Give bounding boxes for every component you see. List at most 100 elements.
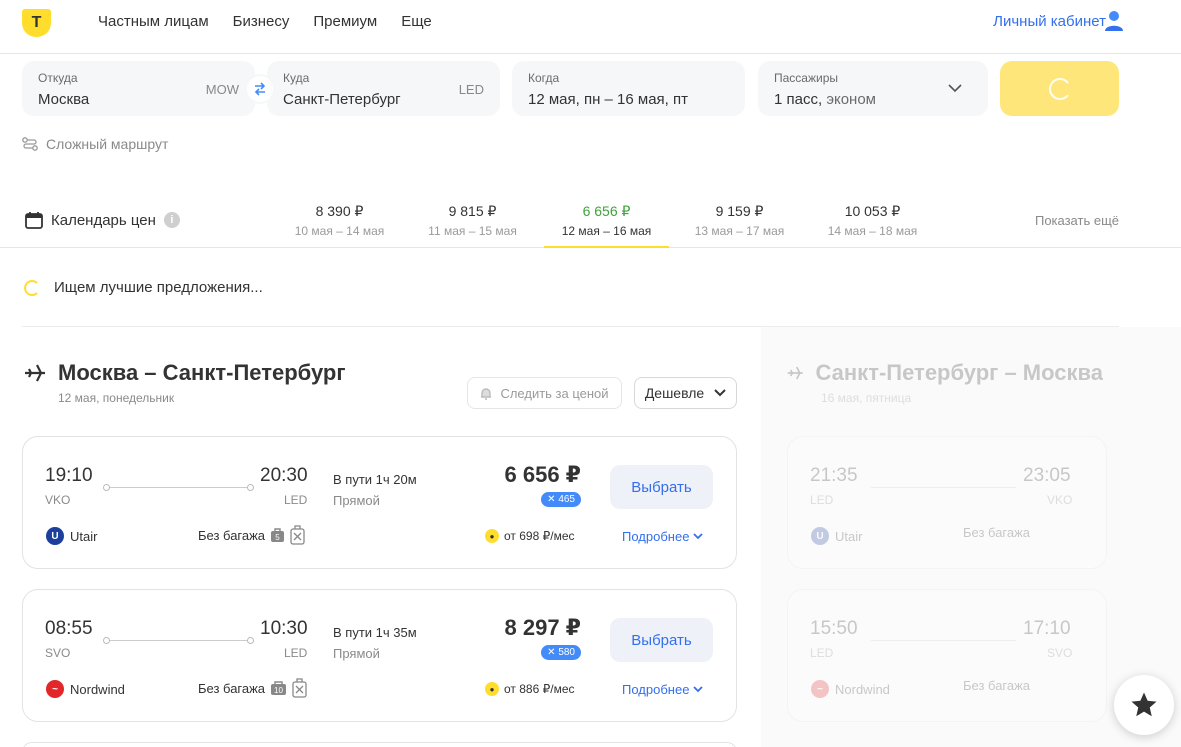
follow-price-button[interactable]: Следить за ценой: [467, 377, 622, 409]
nav-link-business[interactable]: Бизнесу: [233, 13, 290, 30]
arr-airport: LED: [284, 646, 308, 660]
route-line: [871, 640, 1016, 641]
chevron-down-icon: [714, 389, 726, 397]
baggage-label: Без багажа: [963, 525, 1031, 540]
arr-airport: VKO: [1047, 493, 1073, 507]
show-more-link[interactable]: Показать ещё: [1035, 213, 1119, 228]
date-option-price: 9 815 ₽: [448, 203, 497, 219]
airline: ~ Nordwind: [811, 680, 890, 698]
calendar-label[interactable]: Календарь цен i: [25, 211, 180, 229]
date-option-selected[interactable]: 6 656 ₽ 12 мая – 16 мая: [544, 203, 669, 248]
passengers-value: 1 пасс, эконом: [774, 91, 972, 108]
cashback-value: 580: [558, 647, 575, 658]
chevron-down-icon: [948, 84, 962, 93]
utair-logo-icon: U: [46, 527, 64, 545]
date-option[interactable]: 9 159 ₽ 13 мая – 17 мая: [677, 203, 802, 238]
swap-icon[interactable]: [247, 76, 273, 102]
favorites-button[interactable]: [1114, 675, 1174, 735]
installment: ● от 698 ₽/мес: [485, 529, 575, 543]
dep-time: 21:35: [810, 465, 858, 486]
baggage: Без багажа 5: [198, 525, 305, 545]
outbound-title-text: Москва – Санкт-Петербург: [58, 360, 346, 385]
route-line: [103, 484, 254, 491]
dep-time: 19:10: [45, 465, 93, 486]
flight-card[interactable]: 08:55 SVO 10:30 LED В пути 1ч 35м Прямой…: [22, 589, 737, 722]
date-option[interactable]: 8 390 ₽ 10 мая – 14 мая: [277, 203, 402, 238]
choose-button[interactable]: Выбрать: [610, 465, 713, 509]
dep-airport: SVO: [45, 646, 71, 660]
route-icon: [22, 137, 38, 151]
details-label: Подробнее: [622, 529, 690, 544]
return-flight-card[interactable]: 21:35 LED 23:05 VKO U Utair Без багажа: [787, 436, 1107, 569]
installment: ● от 886 ₽/мес: [485, 682, 575, 696]
from-field[interactable]: Откуда Москва MOW: [22, 61, 255, 116]
return-date: 16 мая, пятница: [821, 391, 912, 405]
chevron-down-icon: [693, 533, 704, 540]
nav-link-private[interactable]: Частным лицам: [98, 13, 209, 30]
loading-spinner-icon: [24, 279, 38, 296]
plane-icon: [787, 366, 803, 380]
details-link[interactable]: Подробнее: [622, 682, 704, 697]
dates-field[interactable]: Когда 12 мая, пн – 16 мая, пт: [512, 61, 745, 116]
cashback-badge: ✕ 580: [541, 645, 581, 660]
route-line: [103, 637, 254, 644]
to-field[interactable]: Куда Санкт-Петербург LED: [267, 61, 500, 116]
hand-luggage-icon: 10: [271, 680, 287, 695]
hand-luggage-kg: 5: [275, 533, 280, 542]
date-option-dates: 13 мая – 17 мая: [694, 224, 785, 238]
passengers-label: Пассажиры: [774, 71, 839, 85]
no-baggage-icon: [290, 525, 305, 545]
date-option[interactable]: 10 053 ₽ 14 мая – 18 мая: [810, 203, 935, 238]
date-option-dates: 14 мая – 18 мая: [827, 224, 918, 238]
nav-link-premium[interactable]: Премиум: [313, 13, 377, 30]
return-flight-card[interactable]: 15:50 LED 17:10 SVO ~ Nordwind Без багажа: [787, 589, 1107, 722]
nav-link-more[interactable]: Еще: [401, 13, 432, 30]
cashback-value: 465: [558, 494, 575, 505]
tbank-logo-icon[interactable]: Т: [22, 9, 51, 37]
arr-time: 23:05: [1023, 465, 1071, 486]
installment-text: от 886 ₽/мес: [504, 682, 575, 696]
baggage: Без багажа: [963, 678, 1030, 693]
no-baggage-icon: [292, 678, 307, 698]
baggage-label: Без багажа: [963, 678, 1031, 693]
chevron-down-icon: [693, 686, 704, 693]
arr-time: 20:30: [260, 465, 308, 486]
arr-airport: LED: [284, 493, 308, 507]
arr-airport: SVO: [1047, 646, 1073, 660]
dep-airport: VKO: [45, 493, 71, 507]
to-code: LED: [458, 82, 484, 97]
calendar-title: Календарь цен: [51, 211, 156, 229]
date-option[interactable]: 9 815 ₽ 11 мая – 15 мая: [410, 203, 535, 238]
dep-airport: LED: [810, 646, 834, 660]
search-button[interactable]: [1000, 61, 1119, 116]
baggage: Без багажа 10: [198, 678, 307, 698]
dates-label: Когда: [528, 71, 560, 85]
outbound-date: 12 мая, понедельник: [58, 391, 175, 405]
complex-route-link[interactable]: Сложный маршрут: [22, 136, 168, 152]
flight-price: 8 297 ₽: [504, 615, 581, 640]
star-icon: [1131, 692, 1157, 717]
passengers-field[interactable]: Пассажиры 1 пасс, эконом: [758, 61, 988, 116]
outbound-title: Москва – Санкт-Петербург: [24, 360, 346, 386]
search-status: Ищем лучшие предложения...: [24, 279, 263, 296]
nav-links: Частным лицам Бизнесу Премиум Еще: [98, 13, 432, 30]
user-icon[interactable]: [1105, 10, 1123, 32]
calendar-icon: [25, 212, 43, 229]
hand-luggage-kg: 10: [274, 686, 283, 695]
sort-select[interactable]: Дешевле: [634, 377, 737, 409]
nordwind-logo-icon: ~: [811, 680, 829, 698]
return-title: Санкт-Петербург – Москва: [787, 360, 1103, 386]
date-option-price: 8 390 ₽: [315, 203, 364, 219]
baggage: Без багажа: [963, 525, 1030, 540]
date-option-dates: 11 мая – 15 мая: [428, 224, 517, 238]
utair-logo-icon: U: [811, 527, 829, 545]
info-icon[interactable]: i: [163, 212, 180, 228]
flight-duration: В пути 1ч 20м: [333, 472, 417, 487]
personal-cabinet-link[interactable]: Личный кабинет: [993, 13, 1106, 30]
dates-value: 12 мая, пн – 16 мая, пт: [528, 91, 689, 108]
date-option-dates: 10 мая – 14 мая: [294, 224, 385, 238]
flight-card[interactable]: 19:10 VKO 20:30 LED В пути 1ч 20м Прямой…: [22, 436, 737, 569]
top-nav: Т Частным лицам Бизнесу Премиум Еще Личн…: [0, 0, 1181, 54]
choose-button[interactable]: Выбрать: [610, 618, 713, 662]
details-link[interactable]: Подробнее: [622, 529, 704, 544]
